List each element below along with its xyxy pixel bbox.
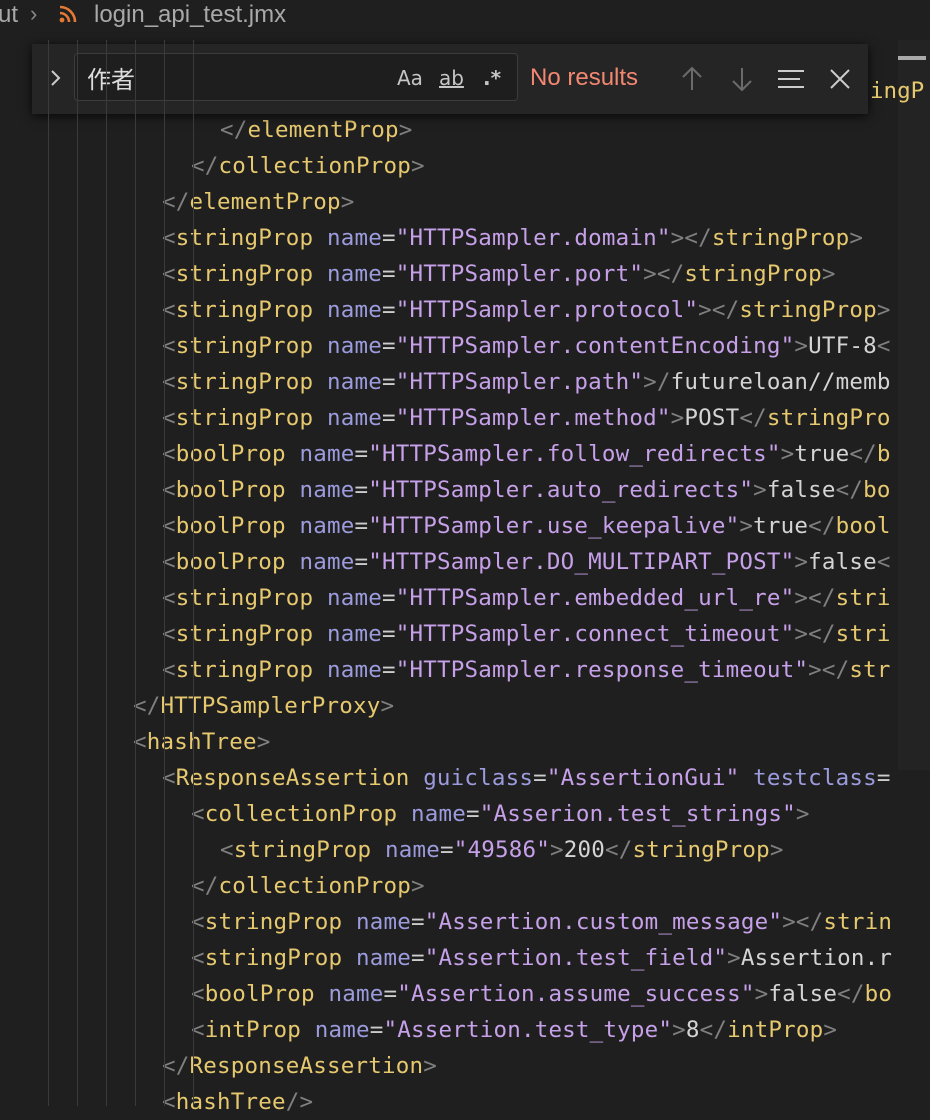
toggle-replace-chevron-icon[interactable] bbox=[48, 66, 64, 90]
code-line[interactable]: <boolProp name="Assertion.assume_success… bbox=[191, 976, 892, 1012]
peek-text: ingP bbox=[870, 78, 925, 104]
find-input-box[interactable]: Aa ab .* bbox=[74, 53, 518, 101]
rss-file-icon bbox=[59, 5, 77, 23]
indent-guide bbox=[106, 40, 107, 1106]
code-line[interactable]: </ResponseAssertion> bbox=[162, 1048, 437, 1084]
code-line[interactable]: <boolProp name="HTTPSampler.auto_redirec… bbox=[162, 472, 891, 508]
find-widget: Aa ab .* No results bbox=[32, 44, 868, 114]
minimap-area bbox=[898, 40, 930, 770]
match-whole-word-toggle[interactable]: ab bbox=[439, 64, 464, 92]
indent-guide bbox=[48, 40, 49, 1106]
code-line[interactable]: </elementProp> bbox=[162, 184, 354, 220]
indent-guide bbox=[164, 40, 165, 1106]
code-line[interactable]: <stringProp name="HTTPSampler.method">PO… bbox=[162, 400, 891, 436]
match-case-toggle[interactable]: Aa bbox=[397, 64, 423, 92]
breadcrumb-file[interactable]: login_api_test.jmx bbox=[94, 1, 286, 29]
code-line[interactable]: </collectionProp> bbox=[191, 868, 425, 904]
code-line[interactable]: <stringProp name="HTTPSampler.embedded_u… bbox=[162, 580, 891, 616]
code-line[interactable]: <boolProp name="HTTPSampler.use_keepaliv… bbox=[162, 508, 891, 544]
code-line[interactable]: <intProp name="Assertion.test_type">8</i… bbox=[191, 1012, 837, 1048]
breadcrumb: ut › login_api_test.jmx bbox=[0, 0, 930, 30]
indent-guide bbox=[77, 40, 78, 1106]
code-line[interactable]: <stringProp name="HTTPSampler.response_t… bbox=[162, 652, 891, 688]
code-line[interactable]: <hashTree/> bbox=[162, 1084, 313, 1120]
breadcrumb-parent[interactable]: ut bbox=[0, 1, 18, 29]
previous-match-arrow-up-icon[interactable] bbox=[677, 64, 707, 94]
indent-guide bbox=[135, 40, 136, 1106]
code-line[interactable]: </elementProp> bbox=[220, 112, 412, 148]
scroll-indicator bbox=[898, 56, 926, 60]
chevron-right-icon: › bbox=[30, 1, 38, 26]
close-icon[interactable] bbox=[825, 64, 855, 94]
code-line[interactable]: <stringProp name="HTTPSampler.path">/fut… bbox=[162, 364, 891, 400]
code-line[interactable]: <stringProp name="Assertion.test_field">… bbox=[191, 940, 892, 976]
code-line[interactable]: <boolProp name="HTTPSampler.DO_MULTIPART… bbox=[162, 544, 891, 580]
code-line[interactable]: <stringProp name="HTTPSampler.protocol">… bbox=[162, 292, 891, 328]
find-status: No results bbox=[530, 64, 639, 91]
code-line[interactable]: </collectionProp> bbox=[191, 148, 425, 184]
code-line[interactable]: <ResponseAssertion guiclass="AssertionGu… bbox=[162, 760, 891, 796]
regex-toggle[interactable]: .* bbox=[483, 64, 501, 92]
code-line[interactable]: <stringProp name="HTTPSampler.connect_ti… bbox=[162, 616, 891, 652]
next-match-arrow-down-icon[interactable] bbox=[727, 64, 757, 94]
code-editor[interactable]: </elementProp> </collectionProp> </element… bbox=[0, 40, 930, 1115]
find-in-selection-icon[interactable] bbox=[776, 64, 806, 94]
code-line[interactable]: <stringProp name="HTTPSampler.contentEnc… bbox=[162, 328, 891, 364]
find-input[interactable] bbox=[87, 60, 377, 94]
indent-guide bbox=[193, 40, 194, 1106]
code-line[interactable]: <hashTree> bbox=[133, 724, 270, 760]
code-line[interactable]: <collectionProp name="Asserion.test_stri… bbox=[191, 796, 810, 832]
code-line[interactable]: <stringProp name="49586">200</stringProp… bbox=[220, 832, 784, 868]
code-line[interactable]: <stringProp name="HTTPSampler.domain"></… bbox=[162, 220, 863, 256]
code-line[interactable]: <stringProp name="Assertion.custom_messa… bbox=[191, 904, 892, 940]
code-line[interactable]: <boolProp name="HTTPSampler.follow_redir… bbox=[162, 436, 891, 472]
code-line[interactable]: </HTTPSamplerProxy> bbox=[133, 688, 394, 724]
code-line[interactable]: <stringProp name="HTTPSampler.port"></st… bbox=[162, 256, 836, 292]
